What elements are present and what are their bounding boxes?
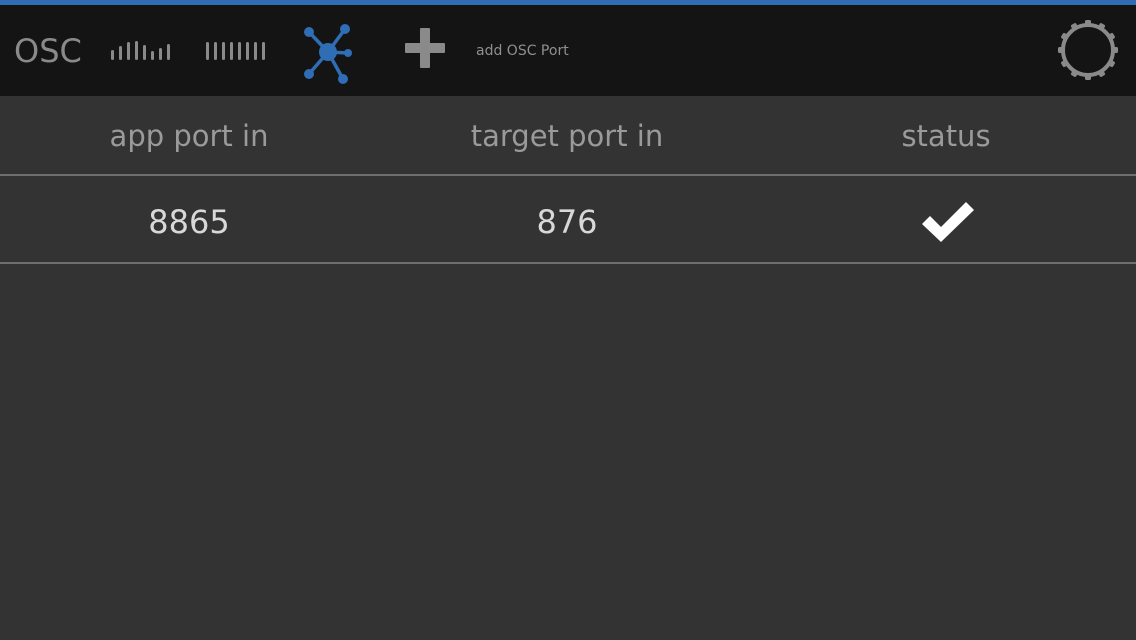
table-header: app port in target port in status <box>0 96 1136 176</box>
cell-target-port-in: 876 <box>536 203 598 241</box>
toolbar: OSC add OSC Port <box>0 5 1136 96</box>
table-row[interactable]: 8865 876 <box>0 178 1136 264</box>
level-bars-icon[interactable] <box>110 38 174 62</box>
column-header-target-port-in: target port in <box>470 119 664 153</box>
add-osc-port-label[interactable]: add OSC Port <box>476 42 569 60</box>
plus-icon[interactable] <box>404 27 446 69</box>
network-nodes-icon[interactable] <box>300 22 356 84</box>
equal-bars-icon[interactable] <box>205 41 269 61</box>
cell-status <box>758 196 1136 246</box>
app-title: OSC <box>14 32 82 70</box>
column-header-status: status <box>901 119 991 153</box>
gear-icon[interactable] <box>1057 19 1119 81</box>
checkmark-icon <box>922 202 974 242</box>
cell-app-port-in: 8865 <box>148 203 230 241</box>
column-header-app-port-in: app port in <box>109 119 269 153</box>
